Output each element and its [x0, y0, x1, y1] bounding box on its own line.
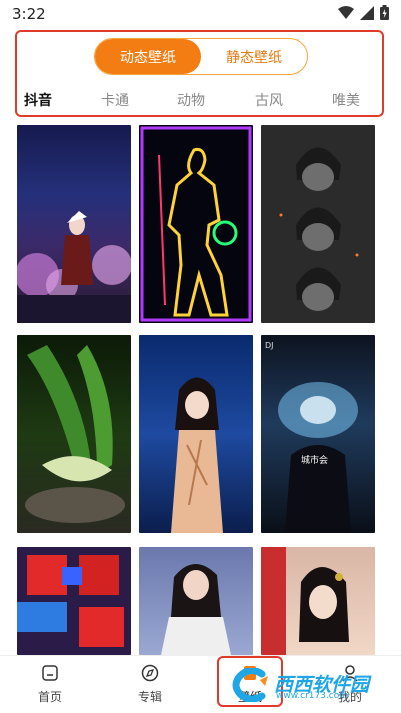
- wallpaper-thumb[interactable]: [261, 125, 375, 323]
- wifi-icon: [338, 5, 354, 19]
- wallpaper-thumb[interactable]: [261, 547, 375, 655]
- nav-home[interactable]: 首页: [20, 664, 80, 705]
- category-aesthetic[interactable]: 唯美: [332, 90, 360, 110]
- wallpaper-thumb[interactable]: [17, 335, 131, 533]
- red-blue-boxes-image: [17, 555, 124, 647]
- wallpaper-thumb[interactable]: [139, 125, 253, 323]
- status-time: 3:22: [12, 5, 46, 23]
- dj-club-image: [278, 382, 358, 533]
- wallpaper-grid: DJ 城市会: [0, 125, 401, 655]
- hanfu-woman-image: [261, 547, 349, 655]
- watermark-logo: 西西软件园 www.cr173.com: [232, 668, 380, 702]
- watermark-c-icon: [232, 668, 268, 702]
- album-icon: [141, 664, 159, 682]
- watermark-site: www.cr173.com: [276, 691, 349, 701]
- battery-icon: [380, 5, 389, 20]
- nav-album-label: 专辑: [137, 690, 162, 704]
- category-animals[interactable]: 动物: [177, 90, 205, 110]
- home-icon: [42, 665, 58, 681]
- wallpaper-thumb[interactable]: [17, 125, 131, 323]
- dj-caption-top: DJ: [265, 341, 274, 350]
- anime-boy-image: [279, 147, 359, 311]
- wallpaper-thumb[interactable]: DJ 城市会: [261, 335, 375, 533]
- tab-static-wallpaper[interactable]: 静态壁纸: [201, 39, 307, 74]
- nav-album[interactable]: 专辑: [120, 664, 180, 705]
- status-bar: 3:22: [0, 0, 401, 28]
- wallpaper-thumb[interactable]: [139, 335, 253, 533]
- tab-dynamic-wallpaper[interactable]: 动态壁纸: [95, 39, 201, 74]
- category-douyin[interactable]: 抖音: [24, 90, 52, 110]
- nav-home-label: 首页: [37, 690, 62, 704]
- woman-white-dress-image: [161, 563, 231, 655]
- category-tabs: 抖音 卡通 动物 古风 唯美: [22, 90, 372, 112]
- cabbage-image: [25, 345, 125, 523]
- woman-qipao-image: [171, 377, 223, 533]
- anime-warrior-image: [17, 211, 131, 323]
- category-cartoon[interactable]: 卡通: [101, 90, 129, 110]
- category-ancient[interactable]: 古风: [255, 90, 283, 110]
- wallpaper-thumb[interactable]: [17, 547, 131, 655]
- status-icons: [338, 5, 389, 20]
- neon-basketball-image: [140, 126, 252, 322]
- signal-icon: [360, 5, 374, 20]
- dj-caption-mid: 城市会: [301, 456, 329, 466]
- wallpaper-thumb[interactable]: [139, 547, 253, 655]
